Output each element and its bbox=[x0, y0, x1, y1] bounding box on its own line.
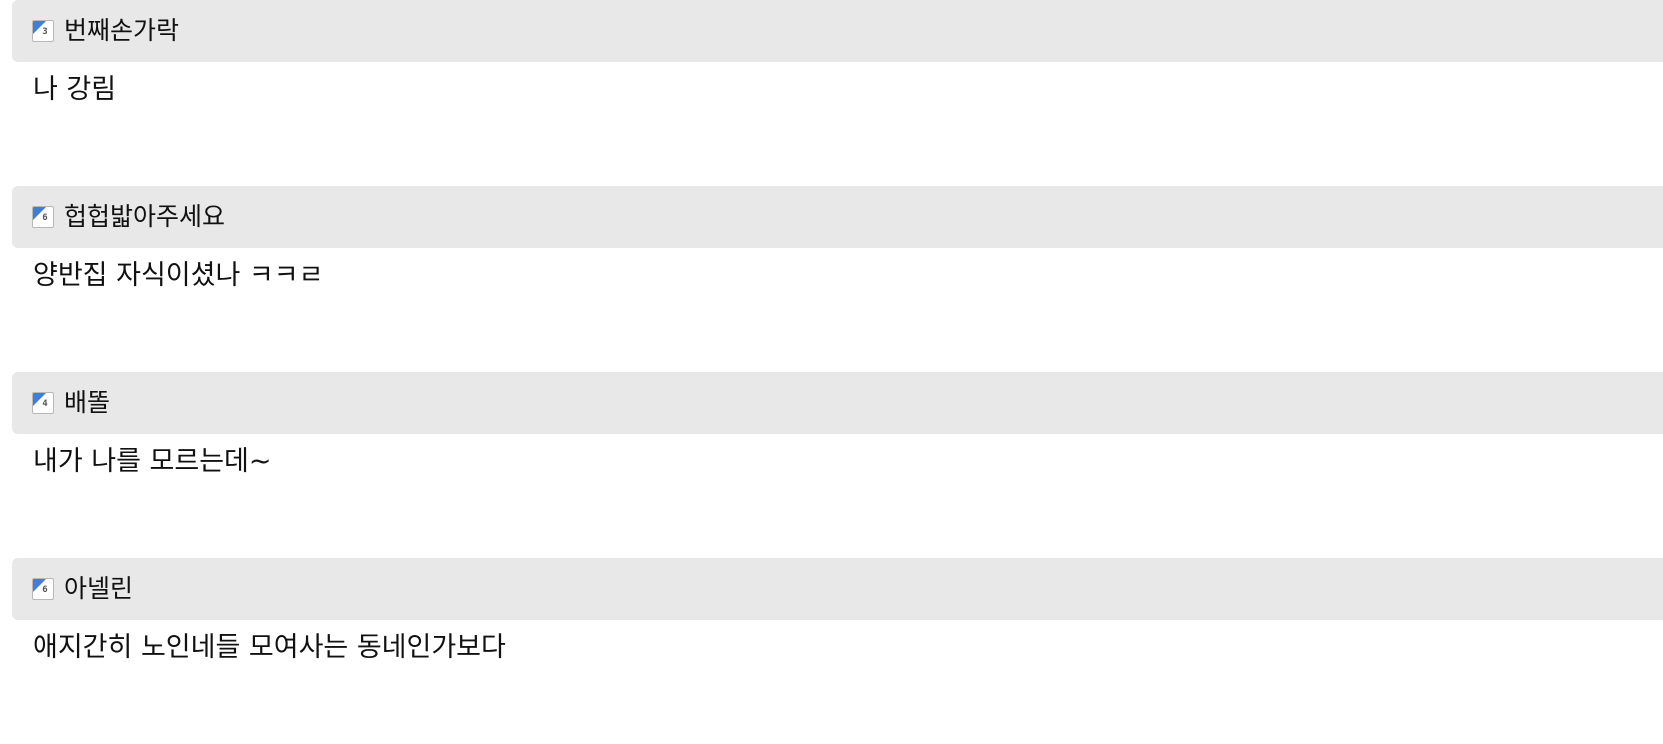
comment-text: 나 강림 bbox=[33, 74, 117, 105]
author-nickname[interactable]: 배똘 bbox=[64, 388, 110, 418]
author-nickname[interactable]: 헙헙밟아주세요 bbox=[64, 202, 225, 232]
comment-text: 양반집 자식이셨나 ㅋㅋㄹ bbox=[33, 260, 324, 291]
comment-header: 6 아넬린 bbox=[12, 558, 1663, 620]
comment-item: 6 헙헙밟아주세요 양반집 자식이셨나 ㅋㅋㄹ bbox=[0, 186, 1663, 372]
comment-header: 3 번째손가락 bbox=[12, 0, 1663, 62]
level-badge-icon: 6 bbox=[32, 578, 54, 600]
comment-header: 4 배똘 bbox=[12, 372, 1663, 434]
comment-text: 애지간히 노인네들 모여사는 동네인가보다 bbox=[33, 632, 506, 663]
author-nickname[interactable]: 번째손가락 bbox=[64, 16, 179, 46]
comment-list: 3 번째손가락 나 강림 6 헙헙밟아주세요 양반집 자식이셨나 ㅋㅋㄹ 4 배… bbox=[0, 0, 1663, 744]
comment-item: 6 아넬린 애지간히 노인네들 모여사는 동네인가보다 bbox=[0, 558, 1663, 744]
level-badge-icon: 3 bbox=[32, 20, 54, 42]
author-nickname[interactable]: 아넬린 bbox=[64, 574, 133, 604]
level-number: 3 bbox=[42, 27, 48, 37]
comment-item: 3 번째손가락 나 강림 bbox=[0, 0, 1663, 186]
comment-item: 4 배똘 내가 나를 모르는데~ bbox=[0, 372, 1663, 558]
comment-text: 내가 나를 모르는데~ bbox=[33, 446, 272, 477]
comment-header: 6 헙헙밟아주세요 bbox=[12, 186, 1663, 248]
level-badge-icon: 4 bbox=[32, 392, 54, 414]
level-badge-icon: 6 bbox=[32, 206, 54, 228]
level-number: 6 bbox=[42, 585, 48, 595]
level-number: 6 bbox=[42, 213, 48, 223]
level-number: 4 bbox=[42, 399, 48, 409]
